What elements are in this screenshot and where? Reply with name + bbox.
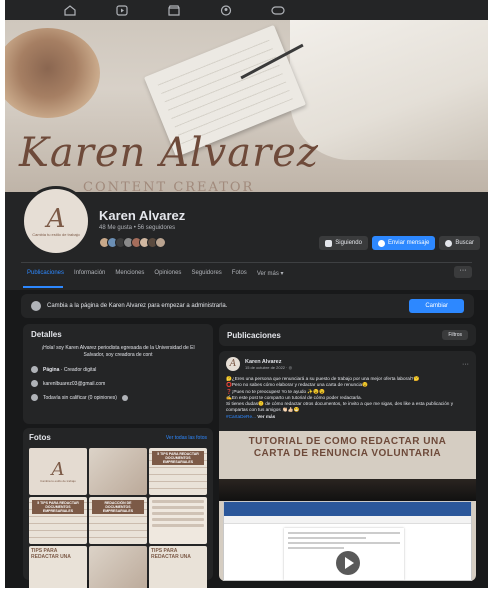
marketplace-icon[interactable]	[167, 4, 181, 16]
photo-caption: TIPS PARA REDACTAR UNA	[31, 548, 71, 560]
info-icon	[31, 366, 38, 373]
following-label: Siguiendo	[335, 240, 362, 246]
post-hashtag[interactable]: #CartaDeRe...	[226, 414, 256, 419]
send-message-label: Enviar mensaje	[387, 240, 430, 246]
photo-thumbnail[interactable]	[89, 448, 147, 495]
category-label: Página	[43, 366, 60, 373]
tab-seguidores[interactable]: Seguidores	[191, 270, 221, 277]
post-image-title: TUTORIAL DE COMO REDACTAR UNA CARTA DE R…	[248, 436, 447, 459]
header-divider	[21, 262, 472, 263]
posts-header-card: Publicaciones Filtros	[219, 324, 476, 346]
follower-avatars[interactable]	[99, 237, 166, 248]
photo-caption: 5 TIPS PARA REDACTAR DOCUMENTOS EMPRESAR…	[32, 500, 84, 514]
photo-thumbnail[interactable]: TIPS PARA REDACTAR UNA	[29, 546, 87, 588]
photo-thumbnail[interactable]: 5 TIPS PARA REDACTAR DOCUMENTOS EMPRESAR…	[149, 448, 207, 495]
search-button[interactable]: Buscar	[439, 236, 480, 250]
photo-tagline: Cambia tu estilo de trabajo	[40, 478, 76, 483]
cover-photo: Karen Alvarez CONTENT CREATOR	[5, 20, 488, 192]
photos-card: Fotos Ver todas las fotos A Cambia tu est…	[23, 428, 213, 588]
play-icon[interactable]	[336, 551, 360, 575]
cover-subtitle: CONTENT CREATOR	[83, 180, 255, 192]
photo-caption: REDACCIÓN DE DOCUMENTOS EMPRESARIALES	[92, 500, 144, 514]
photo-thumbnail[interactable]	[89, 546, 147, 588]
details-email-row: karenlbuarez03@gmail.com	[31, 380, 205, 387]
see-more-link[interactable]: Ver más	[256, 414, 275, 419]
post-body: 🤔¿Eres una persona que renunciará a su p…	[226, 376, 469, 420]
page-title: Karen Alvarez	[99, 208, 186, 223]
post-date[interactable]: 15 de octubre de 2022 · ◎	[245, 365, 292, 370]
switch-button[interactable]: Cambiar	[409, 299, 464, 313]
post-image-dark-band	[219, 479, 476, 501]
photo-caption: 5 TIPS PARA REDACTAR DOCUMENTOS EMPRESAR…	[152, 451, 204, 465]
home-icon[interactable]	[63, 4, 77, 16]
search-icon	[445, 239, 453, 247]
tab-opiniones[interactable]: Opiniones	[154, 270, 181, 277]
tab-publicaciones[interactable]: Publicaciones	[27, 270, 64, 277]
video-icon[interactable]	[115, 4, 129, 16]
rating-value: Todavía sin calificar (0 opiniones)	[43, 394, 117, 401]
posts-title: Publicaciones	[227, 330, 281, 340]
search-label: Buscar	[455, 240, 474, 246]
gaming-icon[interactable]	[271, 4, 285, 16]
photo-thumbnail[interactable]: REDACCIÓN DE DOCUMENTOS EMPRESARIALES	[89, 497, 147, 544]
admin-switch-text: Cambia a la página de Karen Alvarez para…	[47, 303, 228, 309]
photo-monogram: A	[51, 458, 65, 480]
details-category-row: Página · Creador digital	[31, 366, 205, 373]
following-icon	[325, 239, 333, 247]
see-all-photos-link[interactable]: Ver todas las fotos	[166, 435, 207, 441]
post-options-icon[interactable]: ···	[462, 361, 469, 368]
groups-icon[interactable]	[219, 4, 233, 16]
avatar-monogram: A	[46, 203, 66, 234]
email-icon	[31, 380, 38, 387]
tab-ver-mas[interactable]: Ver más ▾	[257, 270, 284, 277]
email-value[interactable]: karenlbuarez03@gmail.com	[43, 381, 105, 387]
post-author-avatar[interactable]: A	[226, 357, 240, 371]
photo-thumbnail[interactable]: A Cambia tu estilo de trabajo	[29, 448, 87, 495]
messenger-icon	[377, 239, 385, 247]
details-card: Detalles ¡Hola! soy Karen Alvarez period…	[23, 324, 213, 424]
follower-avatar[interactable]	[155, 237, 166, 248]
more-options-button[interactable]: ···	[454, 266, 472, 278]
active-tab-indicator	[23, 286, 63, 288]
photos-grid: A Cambia tu estilo de trabajo 5 TIPS PARA…	[29, 448, 207, 588]
profile-switch-icon	[31, 301, 41, 311]
header-actions: Siguiendo Enviar mensaje Buscar	[319, 236, 480, 250]
photo-thumbnail[interactable]: TIPS PARA REDACTAR UNA	[149, 546, 207, 588]
admin-switch-bar: Cambia a la página de Karen Alvarez para…	[21, 294, 474, 318]
send-message-button[interactable]: Enviar mensaje	[371, 236, 436, 250]
photo-caption: TIPS PARA REDACTAR UNA	[151, 548, 191, 560]
page-stats[interactable]: 48 Me gusta • 56 seguidores	[99, 225, 175, 231]
page-tabs: Publicaciones Información Menciones Opin…	[23, 270, 284, 288]
category-value: · Creador digital	[59, 366, 97, 373]
post-video-thumbnail[interactable]: TUTORIAL DE COMO REDACTAR UNA CARTA DE R…	[219, 431, 476, 581]
details-bio: ¡Hola! soy Karen Alvarez periodista egre…	[41, 345, 195, 358]
post-line: Si tienes dudas😕 de cómo redactar otros …	[226, 401, 454, 413]
details-title: Detalles	[31, 330, 62, 339]
filters-button[interactable]: Filtros	[442, 330, 468, 340]
post-card: A Karen Alvarez 15 de octubre de 2022 · …	[219, 351, 476, 581]
tab-informacion[interactable]: Información	[74, 270, 105, 277]
tab-menciones[interactable]: Menciones	[115, 270, 144, 277]
info-circle-icon[interactable]	[121, 394, 128, 401]
tab-fotos[interactable]: Fotos	[232, 270, 247, 277]
photo-thumbnail[interactable]	[149, 497, 207, 544]
avatar-tagline: Cambia tu estilo de trabajo	[32, 231, 80, 237]
following-button[interactable]: Siguiendo	[319, 236, 368, 250]
photo-thumbnail[interactable]: 5 TIPS PARA REDACTAR DOCUMENTOS EMPRESAR…	[29, 497, 87, 544]
photos-title: Fotos	[29, 433, 51, 442]
details-rating-row: Todavía sin calificar (0 opiniones)	[31, 394, 205, 401]
top-navigation	[5, 0, 488, 20]
facebook-page-window: Karen Alvarez CONTENT CREATOR A Cambia t…	[5, 0, 488, 588]
avatar[interactable]: A Cambia tu estilo de trabajo	[21, 186, 91, 256]
star-icon	[31, 394, 38, 401]
cover-sleeve-decor	[290, 20, 488, 160]
profile-header: A Cambia tu estilo de trabajo Karen Alva…	[5, 186, 488, 290]
cover-script-title: Karen Alvarez	[19, 130, 319, 176]
cover-basket-decor	[5, 28, 100, 118]
